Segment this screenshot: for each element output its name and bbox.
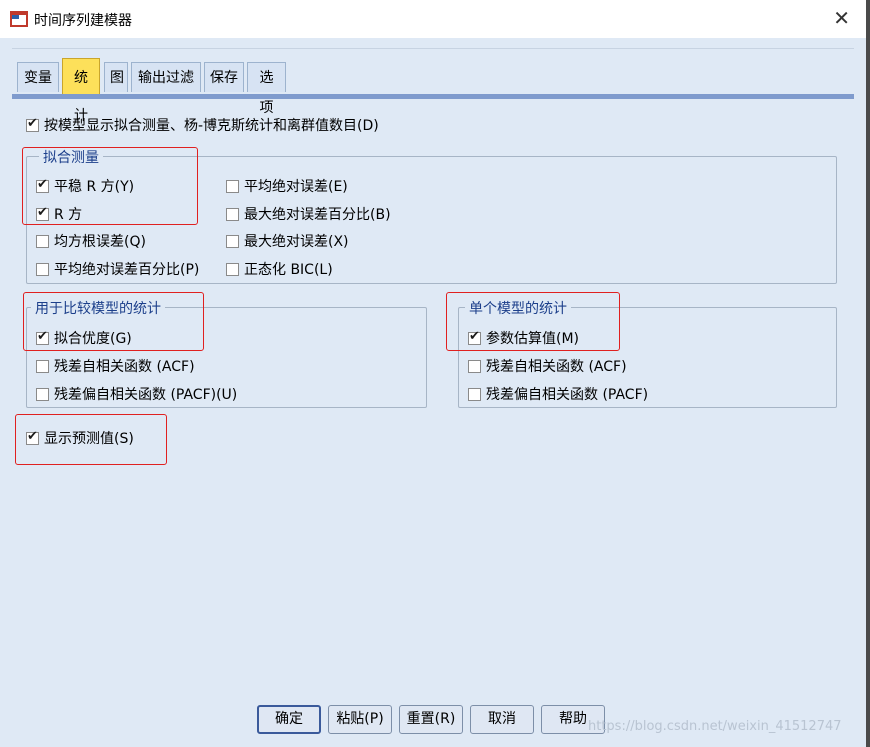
- tab-variables[interactable]: 变量: [17, 62, 59, 92]
- checkbox-label: 均方根误差(Q): [54, 234, 146, 250]
- reset-button[interactable]: 重置(R): [399, 705, 463, 734]
- checkbox-icon[interactable]: [36, 234, 49, 248]
- window-border: [866, 0, 870, 747]
- highlight-box: [446, 292, 620, 351]
- checkbox-icon[interactable]: [36, 359, 49, 373]
- highlight-box: [22, 147, 198, 225]
- tab-output-filter[interactable]: 输出过滤: [131, 62, 201, 92]
- highlight-box: [23, 292, 204, 351]
- tab-underline: [12, 94, 854, 99]
- single-residual-pacf-checkbox[interactable]: 残差偏自相关函数 (PACF): [468, 384, 648, 404]
- checkbox-icon[interactable]: [468, 359, 481, 373]
- tab-options[interactable]: 选项: [247, 62, 286, 116]
- tab-bar: 变量 统计 图 输出过滤 保存 选项: [12, 48, 854, 124]
- checkbox-label: 按模型显示拟合测量、杨-博克斯统计和离群值数目(D): [44, 118, 379, 134]
- checkbox-icon[interactable]: [36, 262, 49, 276]
- checkbox-label: 残差自相关函数 (ACF): [486, 359, 627, 375]
- mae-checkbox[interactable]: 平均绝对误差(E): [226, 176, 348, 196]
- normalized-bic-checkbox[interactable]: 正态化 BIC(L): [226, 259, 333, 279]
- highlight-box: [15, 414, 167, 465]
- checkbox-label: 正态化 BIC(L): [244, 262, 333, 278]
- display-fit-by-model-checkbox[interactable]: 按模型显示拟合测量、杨-博克斯统计和离群值数目(D): [26, 115, 379, 135]
- mape-checkbox[interactable]: 平均绝对误差百分比(P): [36, 259, 199, 279]
- single-residual-acf-checkbox[interactable]: 残差自相关函数 (ACF): [468, 356, 627, 376]
- checkbox-icon[interactable]: [226, 234, 239, 248]
- residual-pacf-checkbox[interactable]: 残差偏自相关函数 (PACF)(U): [36, 384, 237, 404]
- checkbox-label: 平均绝对误差(E): [244, 179, 348, 195]
- checkbox-label: 平均绝对误差百分比(P): [54, 262, 200, 278]
- watermark: https://blog.csdn.net/weixin_41512747: [588, 719, 842, 734]
- checkbox-icon[interactable]: [226, 207, 239, 221]
- checkbox-label: 最大绝对误差(X): [244, 234, 349, 250]
- tab-plots[interactable]: 图: [104, 62, 128, 92]
- checkbox-label: 残差偏自相关函数 (PACF)(U): [54, 387, 238, 403]
- maxape-checkbox[interactable]: 最大绝对误差百分比(B): [226, 204, 391, 224]
- rmse-checkbox[interactable]: 均方根误差(Q): [36, 231, 146, 251]
- maxae-checkbox[interactable]: 最大绝对误差(X): [226, 231, 349, 251]
- checkbox-icon[interactable]: [26, 116, 39, 132]
- checkbox-icon[interactable]: [36, 387, 49, 401]
- title-bar: 时间序列建模器 ✕: [0, 0, 866, 38]
- checkbox-icon[interactable]: [226, 262, 239, 276]
- paste-button[interactable]: 粘贴(P): [328, 705, 392, 734]
- checkbox-label: 最大绝对误差百分比(B): [244, 207, 391, 223]
- checkbox-label: 残差自相关函数 (ACF): [54, 359, 195, 375]
- checkbox-icon[interactable]: [226, 179, 239, 193]
- residual-acf-checkbox[interactable]: 残差自相关函数 (ACF): [36, 356, 195, 376]
- window-title: 时间序列建模器: [34, 13, 132, 29]
- ok-button[interactable]: 确定: [257, 705, 321, 734]
- tab-statistics[interactable]: 统计: [62, 58, 100, 124]
- cancel-button[interactable]: 取消: [470, 705, 534, 734]
- tab-save[interactable]: 保存: [204, 62, 244, 92]
- app-icon: [10, 11, 28, 27]
- checkbox-icon[interactable]: [468, 387, 481, 401]
- checkbox-label: 残差偏自相关函数 (PACF): [486, 387, 649, 403]
- close-icon[interactable]: ✕: [833, 6, 850, 30]
